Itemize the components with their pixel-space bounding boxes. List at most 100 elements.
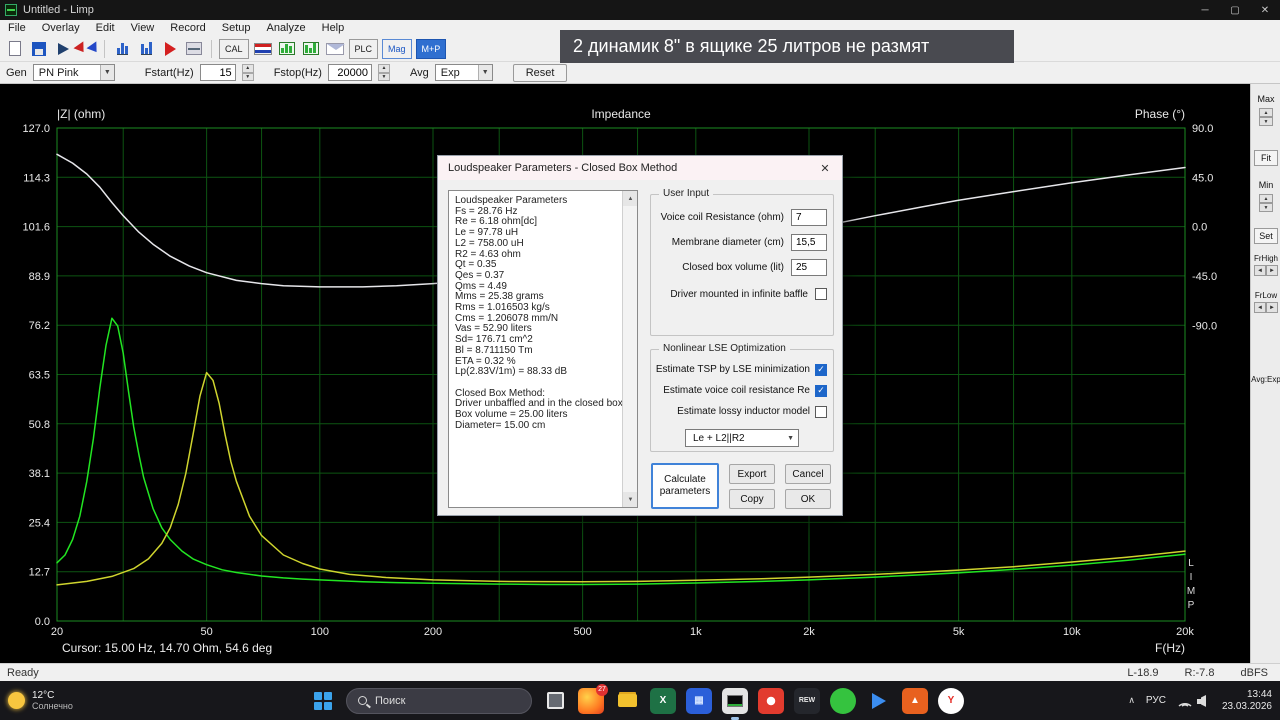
set-button[interactable]: Set: [1254, 228, 1278, 244]
parameters-text-panel[interactable]: Loudspeaker Parameters Fs = 28.76 Hz Re = …: [448, 190, 638, 508]
estimate-re-row: Estimate voice coil resistance Re ✓: [651, 380, 833, 401]
start-button[interactable]: [310, 688, 336, 714]
closed-box-volume-input[interactable]: [791, 259, 827, 276]
max-stepper[interactable]: ▲ ▼: [1259, 108, 1273, 126]
menu-item-edit[interactable]: Edit: [88, 20, 123, 36]
estimate-inductor-checkbox[interactable]: [815, 405, 827, 418]
z-tick-label: 12.7: [29, 567, 50, 579]
estimate-re-label: Estimate voice coil resistance Re: [663, 385, 810, 396]
phase-tick-label: 45.0: [1192, 172, 1213, 184]
yandex-icon[interactable]: Y: [938, 687, 964, 714]
rew-icon[interactable]: REW: [794, 687, 820, 714]
pennant-icon[interactable]: [53, 39, 73, 59]
inductor-model-select[interactable]: Le + L2||R2 ▼: [685, 429, 799, 447]
tray-chevron-icon[interactable]: ∧: [1128, 695, 1135, 706]
parameters-text: Loudspeaker Parameters Fs = 28.76 Hz Re = …: [455, 195, 623, 431]
scroll-up-icon[interactable]: ▲: [623, 191, 637, 206]
cancel-button[interactable]: Cancel: [785, 464, 831, 484]
mag-phase-button[interactable]: M+P: [415, 38, 447, 59]
inductor-model-value: Le + L2||R2: [693, 432, 745, 444]
dialog-close-button[interactable]: ✕: [808, 156, 842, 180]
min-stepper[interactable]: ▲ ▼: [1259, 194, 1273, 212]
bars-icon[interactable]: [136, 39, 156, 59]
menu-item-view[interactable]: View: [123, 20, 163, 36]
fstart-label: Fstart(Hz): [144, 66, 194, 79]
spectrum-icon[interactable]: [112, 39, 132, 59]
frhigh-arrows[interactable]: ◄ ►: [1254, 265, 1278, 276]
minimize-button[interactable]: ─: [1190, 0, 1220, 20]
menu-item-analyze[interactable]: Analyze: [258, 20, 313, 36]
overlay-chart2-icon[interactable]: [301, 39, 321, 59]
network-volume-icons[interactable]: [1177, 694, 1211, 708]
record-play-icon[interactable]: [160, 39, 180, 59]
scope-icon[interactable]: [184, 39, 204, 59]
menu-item-file[interactable]: File: [0, 20, 34, 36]
task-view-icon[interactable]: [542, 688, 568, 714]
weather-widget[interactable]: 12°C Солнечно: [8, 681, 73, 720]
calculate-parameters-button[interactable]: Calculate parameters: [651, 463, 719, 509]
membrane-diameter-input[interactable]: [791, 234, 827, 251]
firefox-icon[interactable]: 27: [578, 683, 608, 714]
ok-button[interactable]: OK: [785, 489, 831, 509]
menu-item-setup[interactable]: Setup: [214, 20, 259, 36]
menu-item-record[interactable]: Record: [162, 20, 213, 36]
cursors-icon[interactable]: [73, 39, 101, 59]
cal-button[interactable]: CAL: [219, 38, 249, 59]
level-unit: dBFS: [1240, 666, 1268, 679]
green-app-icon[interactable]: [830, 687, 856, 714]
menu-item-help[interactable]: Help: [314, 20, 353, 36]
overlay-chart-icon[interactable]: [277, 39, 297, 59]
fstart-stepper[interactable]: ▲ ▼: [241, 64, 254, 81]
estimate-tsp-checkbox[interactable]: ✓: [815, 363, 827, 376]
folder-icon[interactable]: [614, 688, 640, 714]
envelope-icon[interactable]: [325, 39, 345, 59]
scroll-down-icon[interactable]: ▼: [623, 492, 637, 507]
plc-button[interactable]: PLC: [348, 38, 379, 59]
blue-app-icon[interactable]: ▦: [686, 687, 712, 714]
player-icon[interactable]: [866, 688, 892, 714]
new-file-icon[interactable]: [5, 39, 25, 59]
avg-select[interactable]: Exp ▼: [434, 64, 493, 81]
estimate-re-checkbox[interactable]: ✓: [815, 384, 827, 397]
fstop-stepper[interactable]: ▲ ▼: [377, 64, 390, 81]
phase-tick-label: -90.0: [1192, 320, 1217, 332]
fit-button[interactable]: Fit: [1254, 150, 1278, 166]
save-icon[interactable]: [29, 39, 49, 59]
excel-icon[interactable]: X: [650, 687, 676, 714]
search-input[interactable]: Поиск: [346, 687, 532, 714]
generator-value: PN Pink: [38, 66, 79, 79]
copy-button[interactable]: Copy: [729, 489, 775, 509]
active-app-indicator: [731, 716, 739, 720]
title-bar: Untitled - Limp ─ ▢ ✕: [0, 0, 1280, 20]
voice-coil-resistance-input[interactable]: [791, 209, 827, 226]
z-tick-label: 114.3: [23, 172, 50, 184]
estimate-inductor-label: Estimate lossy inductor model: [677, 406, 810, 417]
scrollbar[interactable]: ▲ ▼: [622, 191, 637, 507]
user-input-title: User Input: [659, 188, 714, 199]
app-icon: [5, 4, 17, 16]
dialog-title-bar[interactable]: Loudspeaker Parameters - Closed Box Meth…: [438, 156, 842, 180]
frlow-arrows[interactable]: ◄ ►: [1254, 302, 1278, 313]
mag-button[interactable]: Mag: [382, 38, 412, 59]
close-button[interactable]: ✕: [1250, 0, 1280, 20]
baffle-checkbox[interactable]: [815, 288, 827, 300]
clock[interactable]: 13:44 23.03.2026: [1222, 689, 1272, 713]
x-tick-label: 5k: [953, 626, 965, 638]
param-line: L2 = 758.00 uH: [455, 237, 524, 249]
search-icon: [358, 696, 367, 705]
chrome-icon[interactable]: [758, 687, 784, 714]
z-tick-label: 76.2: [29, 320, 50, 332]
fstop-input[interactable]: [327, 64, 372, 81]
menu-item-overlay[interactable]: Overlay: [34, 20, 88, 36]
export-button[interactable]: Export: [729, 464, 775, 484]
language-flag-icon[interactable]: [253, 39, 273, 59]
status-ready: Ready: [7, 666, 39, 679]
maximize-button[interactable]: ▢: [1220, 0, 1250, 20]
language-indicator[interactable]: РУС: [1146, 695, 1166, 706]
fstart-input[interactable]: [199, 64, 236, 81]
reset-button[interactable]: Reset: [512, 63, 568, 82]
user-input-group: User Input Voice coil Resistance (ohm) Me…: [650, 188, 834, 336]
limp-app-icon[interactable]: [722, 687, 748, 720]
generator-select[interactable]: PN Pink ▼: [32, 64, 115, 81]
orange-app-icon[interactable]: ▲: [902, 687, 928, 714]
